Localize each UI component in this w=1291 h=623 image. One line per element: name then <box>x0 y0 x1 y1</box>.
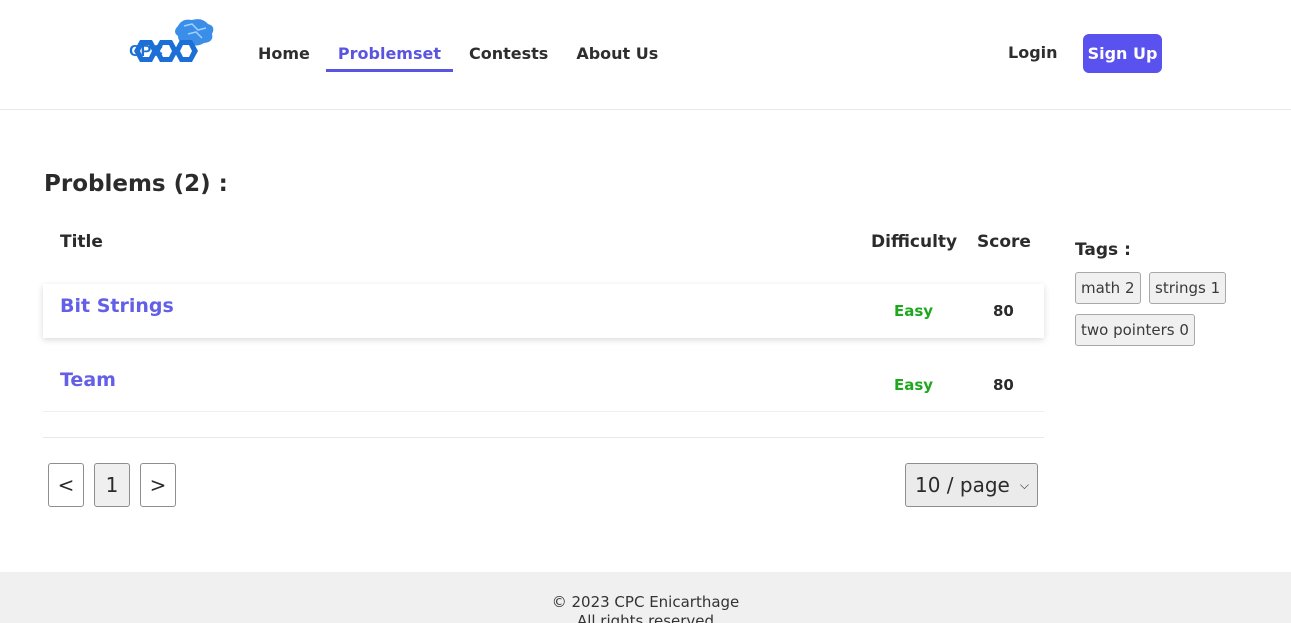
nav-problemset[interactable]: Problemset <box>325 36 453 72</box>
table-header: Title Difficulty Score <box>43 226 1044 266</box>
footer-rights: All rights reserved <box>576 612 715 623</box>
difficulty-badge: Easy <box>894 302 934 320</box>
header-title: Title <box>60 232 103 252</box>
chevron-down-icon: ⌵ <box>1019 478 1029 492</box>
score-value: 80 <box>993 302 1014 320</box>
logo-text-c: CPC <box>129 43 163 60</box>
nav-contests[interactable]: Contests <box>457 36 560 72</box>
pagination-page-1[interactable]: 1 <box>94 463 130 507</box>
signup-button[interactable]: Sign Up <box>1083 34 1162 73</box>
pagination-next-button[interactable]: > <box>140 463 176 507</box>
tag-math[interactable]: math 2 <box>1075 272 1141 304</box>
difficulty-badge: Easy <box>894 376 934 394</box>
table-row[interactable]: Team Easy 80 <box>43 358 1044 412</box>
nav-about-us[interactable]: About Us <box>564 36 670 72</box>
site-footer: © 2023 CPC Enicarthage All rights reserv… <box>0 572 1291 623</box>
score-value: 80 <box>993 376 1014 394</box>
per-page-value: 10 / page <box>915 473 1010 497</box>
page-title: Problems (2) : <box>44 171 228 197</box>
site-header: CPC Home Problemset Contests About Us Lo… <box>0 0 1291 110</box>
login-link[interactable]: Login <box>1008 43 1058 62</box>
footer-copyright: © 2023 CPC Enicarthage <box>551 593 740 611</box>
tag-strings[interactable]: strings 1 <box>1149 272 1227 304</box>
tag-two-pointers[interactable]: two pointers 0 <box>1075 314 1195 346</box>
logo[interactable]: CPC <box>126 18 216 80</box>
tags-title: Tags : <box>1075 240 1131 260</box>
cpc-logo-icon: CPC <box>129 19 214 62</box>
table-row[interactable]: Bit Strings Easy 80 <box>43 284 1044 338</box>
per-page-select[interactable]: 10 / page ⌵ <box>905 463 1038 507</box>
pagination-prev-button[interactable]: < <box>48 463 84 507</box>
nav-home[interactable]: Home <box>246 36 322 72</box>
main-nav: Home Problemset Contests About Us <box>246 36 674 72</box>
header-difficulty: Difficulty <box>871 232 958 252</box>
problems-table: Title Difficulty Score Bit Strings Easy … <box>43 226 1044 412</box>
problem-title-link[interactable]: Team <box>60 369 116 391</box>
header-score: Score <box>977 232 1031 252</box>
problem-title-link[interactable]: Bit Strings <box>60 295 174 317</box>
table-divider <box>43 437 1044 438</box>
